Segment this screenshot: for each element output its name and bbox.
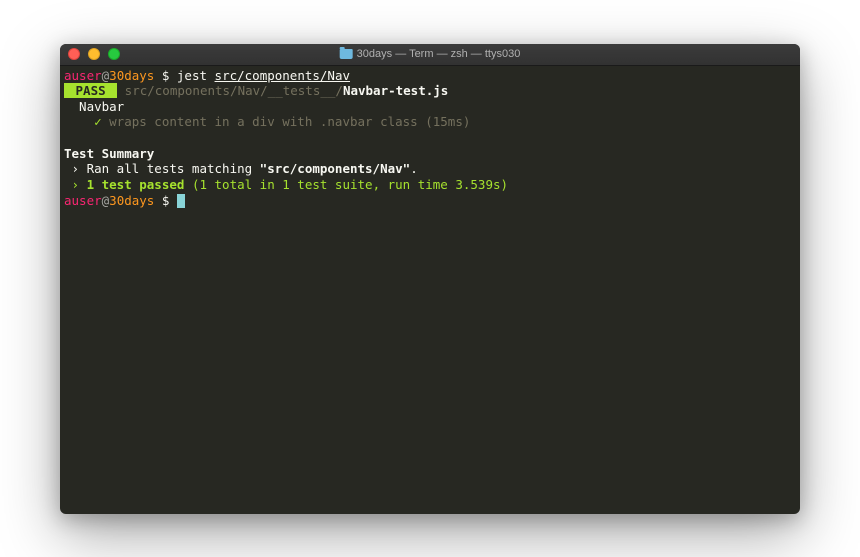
pass-badge: PASS — [64, 83, 117, 98]
traffic-lights — [68, 48, 120, 60]
prompt2-symbol: $ — [154, 193, 177, 208]
window-titlebar: 30days — Term — zsh — ttys030 — [60, 44, 800, 66]
passed-prefix: › — [64, 177, 87, 192]
prompt-line-2: auser@30days $ — [64, 193, 796, 209]
minimize-button[interactable] — [88, 48, 100, 60]
command-arg: src/components/Nav — [215, 68, 350, 83]
prompt-user: auser — [64, 68, 102, 83]
test-line: ✓ wraps content in a div with .navbar cl… — [64, 114, 796, 130]
passed-rest: (1 total in 1 test suite, run time 3.539… — [184, 177, 508, 192]
summary-header: Test Summary — [64, 146, 796, 162]
suite-line: Navbar — [64, 99, 796, 115]
pass-file: Navbar-test.js — [343, 83, 448, 98]
terminal-body[interactable]: auser@30days $ jest src/components/Nav P… — [60, 66, 800, 514]
passed-line: › 1 test passed (1 total in 1 test suite… — [64, 177, 796, 193]
window-title-text: 30days — Term — zsh — ttys030 — [357, 48, 521, 60]
prompt-symbol: $ — [154, 68, 177, 83]
prompt2-user: auser — [64, 193, 102, 208]
prompt-line-1: auser@30days $ jest src/components/Nav — [64, 68, 796, 84]
terminal-window: 30days — Term — zsh — ttys030 auser@30da… — [60, 44, 800, 514]
close-button[interactable] — [68, 48, 80, 60]
folder-icon — [340, 49, 353, 59]
blank-line — [64, 130, 796, 146]
check-icon: ✓ — [64, 114, 109, 129]
test-desc: wraps content in a div with .navbar clas… — [109, 114, 470, 129]
ran-line: › Ran all tests matching "src/components… — [64, 161, 796, 177]
ran-suffix: . — [410, 161, 418, 176]
ran-match: "src/components/Nav" — [260, 161, 411, 176]
ran-prefix: › Ran all tests matching — [64, 161, 260, 176]
passed-bold: 1 test passed — [87, 177, 185, 192]
pass-path: src/components/Nav/__tests__/ — [117, 83, 343, 98]
command-text: jest — [177, 68, 215, 83]
prompt2-host: 30days — [109, 193, 154, 208]
window-title: 30days — Term — zsh — ttys030 — [340, 48, 521, 60]
pass-line: PASS src/components/Nav/__tests__/Navbar… — [64, 83, 796, 99]
maximize-button[interactable] — [108, 48, 120, 60]
cursor — [177, 194, 185, 208]
prompt-host: 30days — [109, 68, 154, 83]
